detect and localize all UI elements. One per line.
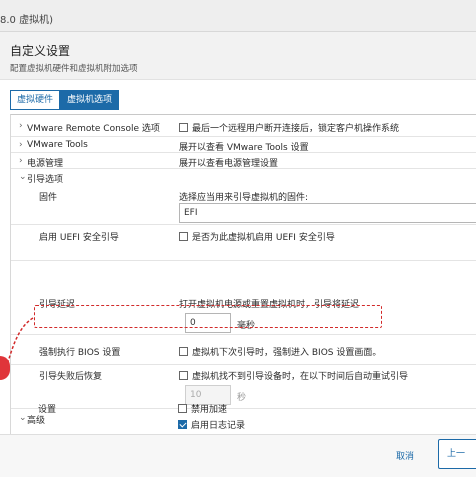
row-vmware-tools[interactable]: › VMware Tools 展开以查看 VMware Tools 设置: [11, 137, 476, 153]
tab-virtual-hardware[interactable]: 虚拟硬件: [10, 90, 61, 110]
failed-boot-value: 虚拟机找不到引导设备时，在以下时间后自动重试引导: [179, 369, 408, 382]
window-titlebar: 8.0 虚拟机): [0, 0, 476, 32]
force-bios-text: 虚拟机下次引导时，强制进入 BIOS 设置画面。: [192, 348, 382, 358]
secure-boot-label: 启用 UEFI 安全引导: [39, 233, 119, 243]
vm-options-panel: › VMware Remote Console 选项 最后一个远程用户断开连接后…: [10, 114, 476, 436]
advanced-settings-label: 设置: [38, 405, 57, 415]
row-firmware: 固件 选择应当用来引导虚拟机的固件: EFI: [11, 185, 476, 225]
row-vmrc[interactable]: › VMware Remote Console 选项 最后一个远程用户断开连接后…: [11, 115, 476, 137]
previous-button[interactable]: 上一: [438, 439, 476, 469]
dialog-header: 自定义设置 配置虚拟机硬件和虚拟机附加选项: [0, 32, 476, 80]
force-bios-label: 强制执行 BIOS 设置: [39, 348, 121, 358]
chevron-right-icon[interactable]: ›: [19, 156, 23, 166]
failed-boot-label: 引导失败后恢复: [39, 372, 103, 382]
secure-boot-text: 是否为此虚拟机启用 UEFI 安全引导: [192, 233, 335, 243]
chevron-right-icon[interactable]: ›: [19, 140, 23, 150]
disable-accel-text: 禁用加速: [191, 405, 228, 415]
cancel-button[interactable]: 取消: [396, 449, 414, 462]
tab-bar: 虚拟硬件 虚拟机选项: [10, 90, 120, 110]
customize-settings-dialog: 自定义设置 配置虚拟机硬件和虚拟机附加选项 虚拟硬件 虚拟机选项 › VMwar…: [0, 32, 476, 477]
vmware-tools-label: VMware Tools: [27, 140, 88, 150]
annotation-arrow: [7, 317, 34, 363]
force-bios-checkbox[interactable]: [179, 347, 188, 356]
enable-logging-option: 启用日志记录: [178, 418, 245, 431]
advanced-settings-block: 设置 禁用加速 启用日志记录: [10, 402, 476, 436]
window-title: 8.0 虚拟机): [0, 15, 53, 26]
secure-boot-value: 是否为此虚拟机启用 UEFI 安全引导: [179, 230, 335, 243]
disable-accel-option: 禁用加速: [178, 402, 227, 415]
firmware-label: 固件: [39, 193, 58, 203]
enable-logging-text: 启用日志记录: [191, 421, 246, 431]
firmware-select[interactable]: EFI: [179, 203, 476, 223]
power-management-value: 展开以查看电源管理设置: [179, 159, 279, 169]
vmrc-lock-checkbox[interactable]: [179, 123, 188, 132]
force-bios-highlight: [34, 305, 382, 328]
boot-options-label: 引导选项: [27, 175, 64, 185]
chevron-down-icon[interactable]: ⌄: [19, 172, 27, 182]
tab-vm-options[interactable]: 虚拟机选项: [60, 90, 120, 110]
failed-boot-text: 虚拟机找不到引导设备时，在以下时间后自动重试引导: [192, 372, 409, 382]
row-uefi-secure-boot: 启用 UEFI 安全引导 是否为此虚拟机启用 UEFI 安全引导: [11, 225, 476, 261]
failed-boot-checkbox[interactable]: [179, 371, 188, 380]
dialog-subtitle: 配置虚拟机硬件和虚拟机附加选项: [10, 64, 138, 74]
disable-accel-checkbox[interactable]: [178, 404, 187, 413]
vmrc-value: 最后一个远程用户断开连接后，锁定客户机操作系统: [179, 121, 399, 134]
vmware-tools-value: 展开以查看 VMware Tools 设置: [179, 143, 309, 153]
force-bios-value: 虚拟机下次引导时，强制进入 BIOS 设置画面。: [179, 345, 381, 358]
chevron-right-icon[interactable]: ›: [19, 121, 23, 131]
dialog-footer: 取消 上一: [0, 434, 476, 477]
row-force-bios: 强制执行 BIOS 设置 虚拟机下次引导时，强制进入 BIOS 设置画面。: [11, 335, 476, 365]
secure-boot-checkbox[interactable]: [179, 232, 188, 241]
firmware-desc: 选择应当用来引导虚拟机的固件:: [179, 193, 309, 203]
enable-logging-checkbox[interactable]: [178, 420, 187, 429]
row-power-management[interactable]: › 电源管理 展开以查看电源管理设置: [11, 153, 476, 169]
vmrc-label: VMware Remote Console 选项: [27, 124, 160, 134]
dialog-title: 自定义设置: [10, 44, 71, 58]
power-management-label: 电源管理: [27, 159, 64, 169]
vmrc-lock-text: 最后一个远程用户断开连接后，锁定客户机操作系统: [192, 124, 400, 134]
